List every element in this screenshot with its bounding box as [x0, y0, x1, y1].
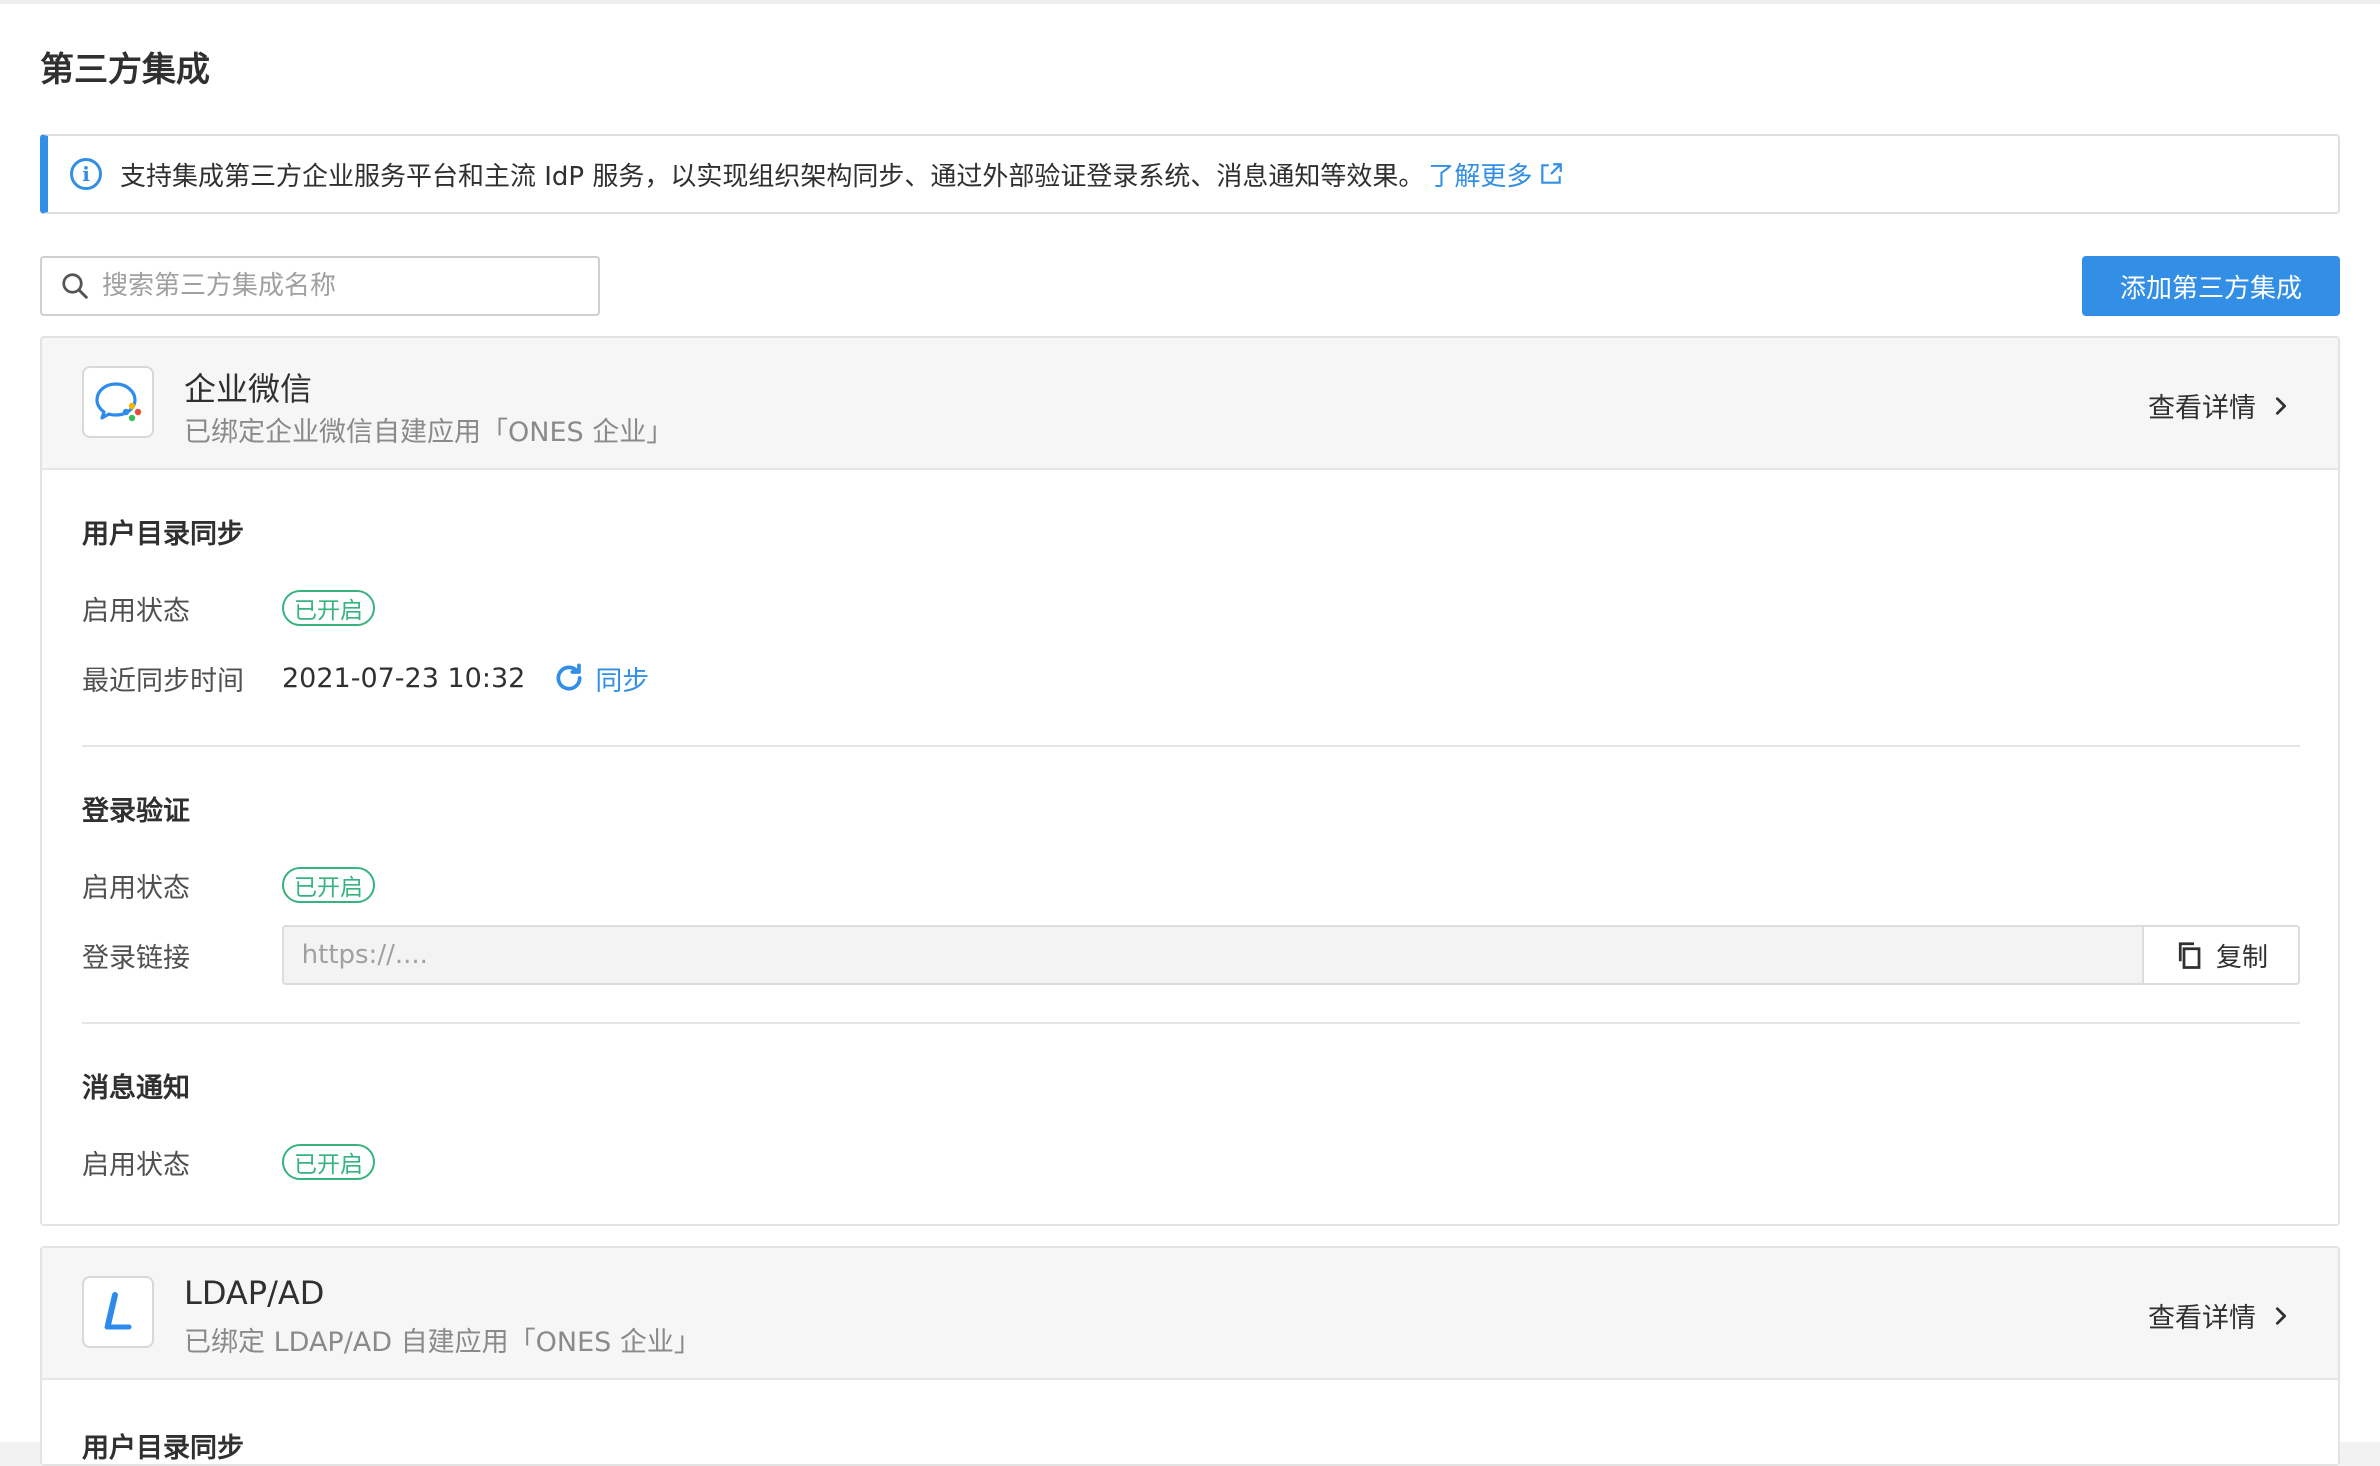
info-icon: i [70, 158, 102, 190]
user-sync-section: 用户目录同步 启用状态 已开启 最近同步时间 2021-07-23 10:32 … [82, 470, 2300, 747]
integration-description: 已绑定企业微信自建应用「ONES 企业」 [184, 417, 674, 448]
status-label: 启用状态 [82, 1149, 190, 1181]
section-title: 用户目录同步 [82, 519, 244, 550]
status-badge: 已开启 [282, 1144, 375, 1180]
search-icon [62, 273, 88, 299]
last-sync-label: 最近同步时间 [82, 665, 244, 697]
status-row: 启用状态 已开启 [82, 850, 2300, 920]
section-title: 登录验证 [82, 796, 190, 827]
card-header: 企业微信 已绑定企业微信自建应用「ONES 企业」 查看详情 [42, 338, 2338, 470]
add-integration-button[interactable]: 添加第三方集成 [2082, 256, 2340, 316]
status-row: 启用状态 已开启 [82, 573, 2300, 643]
info-banner: i 支持集成第三方企业服务平台和主流 IdP 服务，以实现组织架构同步、通过外部… [40, 134, 2340, 214]
sync-label: 同步 [595, 665, 650, 697]
copy-button[interactable]: 复制 [2142, 927, 2298, 983]
notification-section: 消息通知 启用状态 已开启 [82, 1024, 2300, 1224]
login-link-label: 登录链接 [82, 942, 190, 974]
view-details-label: 查看详情 [2148, 393, 2256, 424]
ldap-logo-icon [82, 1276, 154, 1348]
last-sync-time: 2021-07-23 10:32 [282, 662, 526, 694]
chevron-right-icon [2275, 396, 2287, 415]
search-input[interactable] [102, 271, 582, 301]
status-label: 启用状态 [82, 872, 190, 904]
page-title: 第三方集成 [40, 50, 210, 90]
status-badge: 已开启 [282, 590, 375, 626]
integration-card-ldap: LDAP/AD 已绑定 LDAP/AD 自建应用「ONES 企业」 查看详情 用… [40, 1246, 2340, 1466]
login-link-input[interactable] [283, 927, 2142, 983]
search-box[interactable] [40, 256, 600, 316]
status-badge: 已开启 [282, 867, 375, 903]
login-section: 登录验证 启用状态 已开启 登录链接 复制 [82, 747, 2300, 1024]
external-link-icon [1541, 163, 1563, 184]
view-details-label: 查看详情 [2148, 1303, 2256, 1334]
integration-card-wecom: 企业微信 已绑定企业微信自建应用「ONES 企业」 查看详情 用户目录同步 启用… [40, 336, 2340, 1226]
banner-text: 支持集成第三方企业服务平台和主流 IdP 服务，以实现组织架构同步、通过外部验证… [120, 161, 1425, 192]
copy-label: 复制 [2215, 942, 2268, 973]
section-title: 消息通知 [82, 1073, 190, 1104]
wecom-logo-icon [82, 366, 154, 438]
chevron-right-icon [2275, 1306, 2287, 1325]
status-row: 启用状态 已开启 [82, 1127, 2300, 1197]
refresh-icon [556, 663, 582, 691]
view-details-button[interactable]: 查看详情 [2148, 386, 2292, 425]
last-sync-row: 最近同步时间 2021-07-23 10:32 同步 [82, 643, 2300, 713]
integration-name: LDAP/AD [184, 1274, 325, 1312]
integration-description: 已绑定 LDAP/AD 自建应用「ONES 企业」 [184, 1327, 701, 1358]
section-title: 用户目录同步 [82, 1433, 244, 1464]
status-label: 启用状态 [82, 595, 190, 627]
learn-more-label: 了解更多 [1428, 161, 1533, 192]
third-party-integration-page: 第三方集成 i 支持集成第三方企业服务平台和主流 IdP 服务，以实现组织架构同… [0, 0, 2380, 1466]
integration-name: 企业微信 [184, 370, 313, 408]
view-details-button[interactable]: 查看详情 [2148, 1296, 2292, 1335]
login-link-row: 登录链接 复制 [82, 920, 2300, 990]
card-body: 用户目录同步 [42, 1380, 2338, 1464]
card-body: 用户目录同步 启用状态 已开启 最近同步时间 2021-07-23 10:32 … [42, 470, 2338, 1224]
learn-more-link[interactable]: 了解更多 [1428, 156, 1564, 193]
copy-icon [2178, 942, 2201, 969]
card-header: LDAP/AD 已绑定 LDAP/AD 自建应用「ONES 企业」 查看详情 [42, 1248, 2338, 1380]
sync-button[interactable]: 同步 [553, 659, 649, 698]
login-link-field: 复制 [281, 925, 2300, 985]
